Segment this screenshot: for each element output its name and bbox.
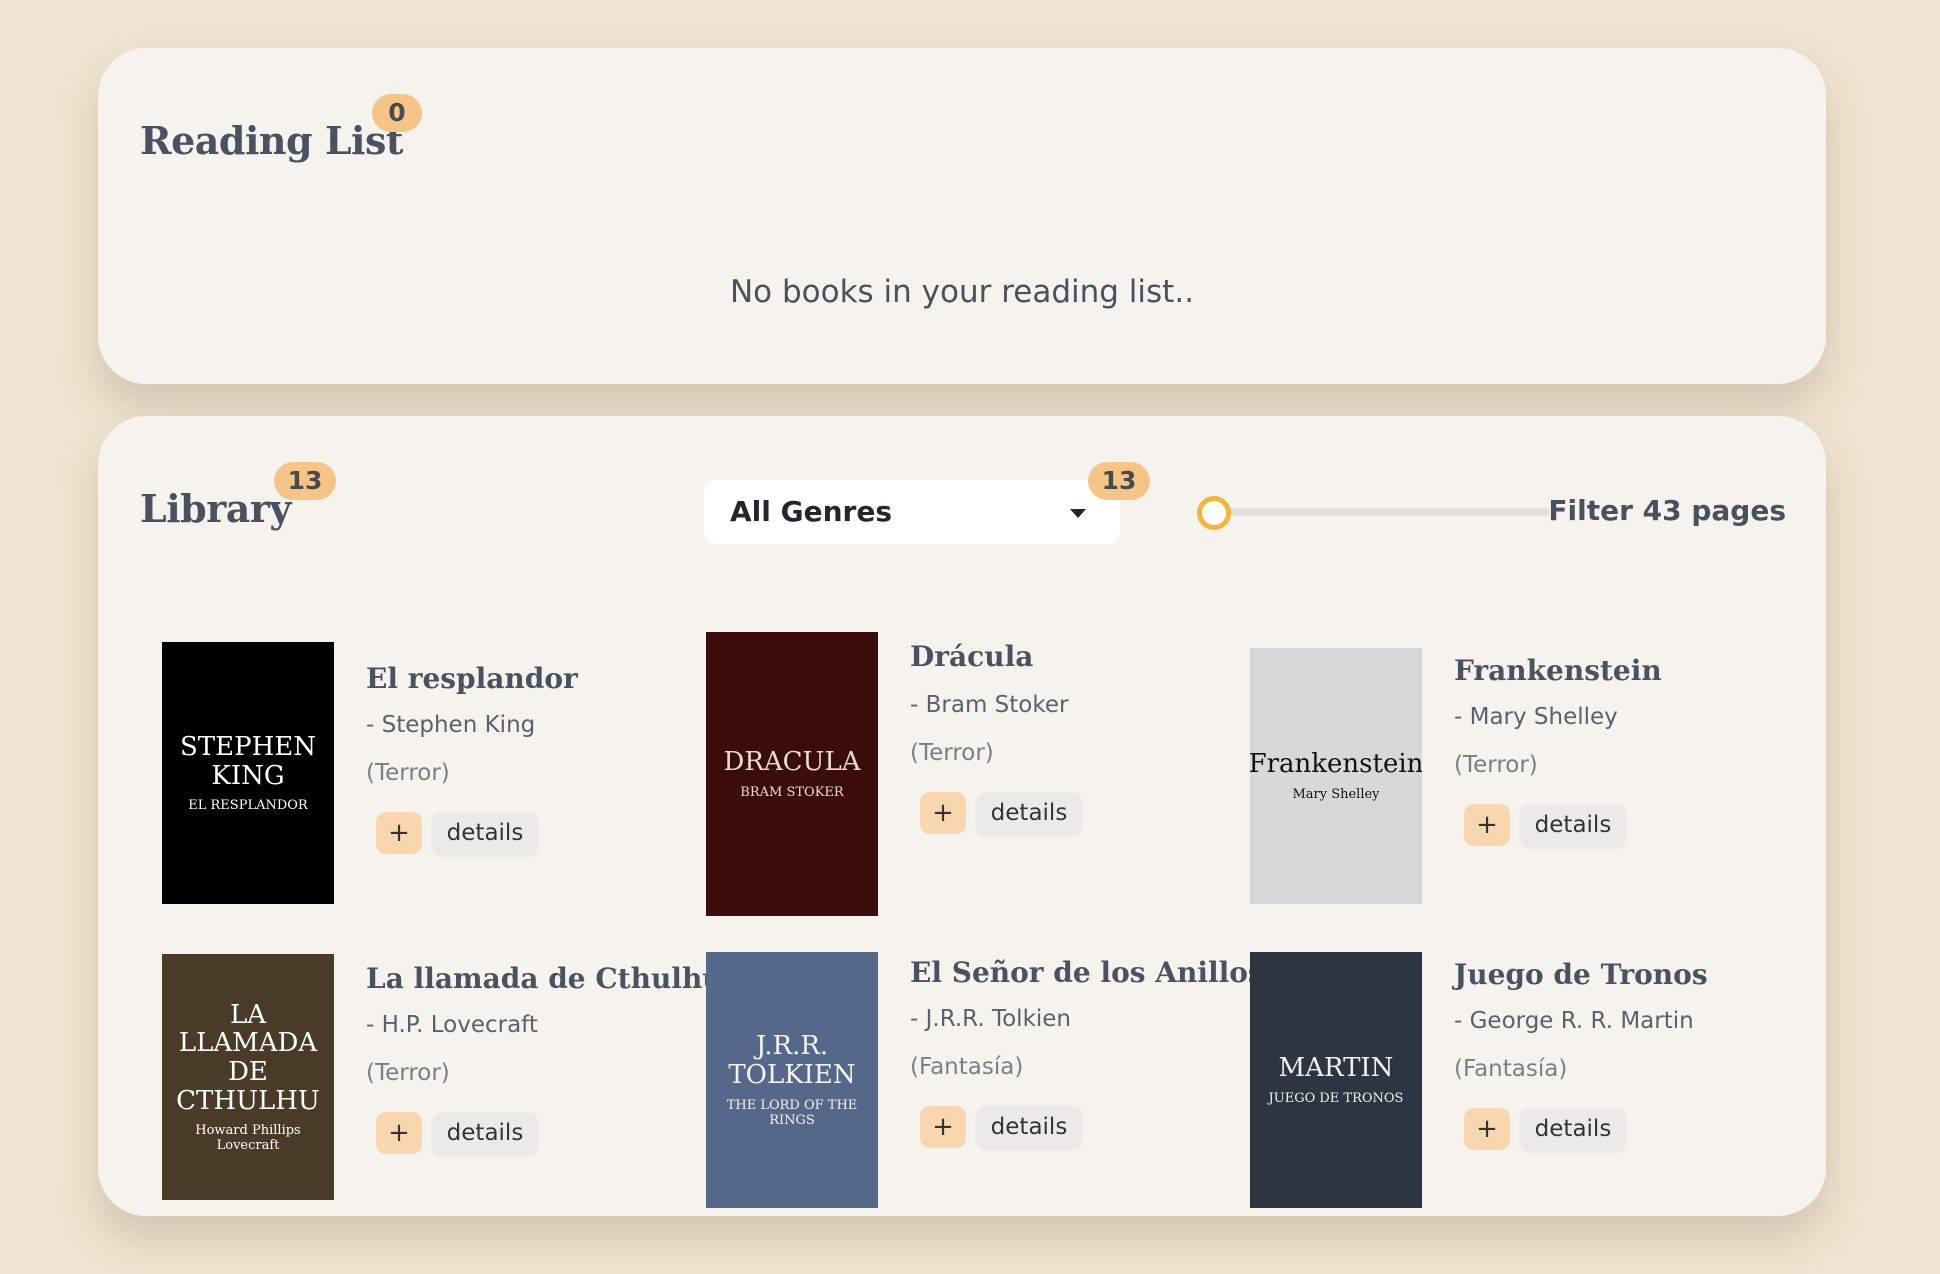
book-title: El Señor de los Anillos [910,956,1264,989]
add-to-reading-list-button[interactable]: + [1464,1108,1510,1150]
library-count-badge: 13 [274,462,336,500]
book-author: - J.R.R. Tolkien [910,1006,1071,1032]
book-cover[interactable]: STEPHEN KING EL RESPLANDOR [162,642,334,904]
book-genre: (Terror) [1454,752,1538,778]
library-panel: Library 13 All Genres 13 Filter 43 pages… [98,416,1826,1216]
cover-subtitle: Mary Shelley [1292,786,1380,802]
book-genre: (Fantasía) [1454,1056,1568,1082]
book-title: Frankenstein [1454,654,1662,687]
page-filter-slider-track[interactable] [1208,508,1550,516]
cover-title: STEPHEN KING [179,731,317,791]
details-button[interactable]: details [432,812,538,854]
add-to-reading-list-button[interactable]: + [1464,804,1510,846]
book-card: J.R.R. TOLKIEN THE LORD OF THE RINGS El … [706,952,1264,1216]
book-card: DRACULA BRAM STOKER Drácula - Bram Stoke… [706,632,1226,916]
book-genre: (Terror) [366,760,450,786]
book-card: Frankenstein Mary Shelley Frankenstein -… [1250,648,1770,924]
genre-select-value: All Genres [730,495,892,528]
book-title: Juego de Tronos [1454,958,1708,991]
cover-subtitle: THE LORD OF THE RINGS [726,1097,858,1128]
empty-reading-list-message: No books in your reading list.. [729,274,1195,310]
book-genre: (Terror) [366,1060,450,1086]
genre-select[interactable]: All Genres [704,480,1120,544]
book-card: MARTIN JUEGO DE TRONOS Juego de Tronos -… [1250,952,1770,1216]
library-title: Library [140,486,291,531]
cover-title: LA LLAMADA DE CTHULHU [176,999,320,1116]
reading-list-panel: Reading List 0 No books in your reading … [98,48,1826,384]
add-to-reading-list-button[interactable]: + [376,1112,422,1154]
cover-subtitle: EL RESPLANDOR [188,798,308,814]
add-to-reading-list-button[interactable]: + [920,1106,966,1148]
caret-down-icon [1070,509,1086,518]
book-author: - H.P. Lovecraft [366,1012,538,1038]
cover-subtitle: Howard Phillips Lovecraft [195,1123,301,1154]
book-cover[interactable]: DRACULA BRAM STOKER [706,632,878,916]
cover-title: MARTIN [1278,1053,1394,1084]
cover-subtitle: BRAM STOKER [740,784,844,800]
book-card: STEPHEN KING EL RESPLANDOR El resplandor… [162,642,682,912]
book-title: Drácula [910,640,1034,673]
book-genre: (Terror) [910,740,994,766]
reading-list-title: Reading List [140,118,403,163]
book-cover[interactable]: Frankenstein Mary Shelley [1250,648,1422,904]
reading-list-count-badge: 0 [372,94,422,132]
book-card: LA LLAMADA DE CTHULHU Howard Phillips Lo… [162,954,723,1216]
page-filter-label: Filter 43 pages [1548,494,1786,527]
cover-title: Frankenstein [1250,749,1422,780]
details-button[interactable]: details [976,1106,1082,1148]
details-button[interactable]: details [1520,1108,1626,1150]
book-cover[interactable]: LA LLAMADA DE CTHULHU Howard Phillips Lo… [162,954,334,1200]
cover-title: DRACULA [723,747,861,778]
book-author: - Mary Shelley [1454,704,1618,730]
book-title: El resplandor [366,662,578,695]
details-button[interactable]: details [432,1112,538,1154]
cover-title: J.R.R. TOLKIEN [728,1031,856,1090]
book-author: - George R. R. Martin [1454,1008,1694,1034]
book-genre: (Fantasía) [910,1054,1024,1080]
cover-subtitle: JUEGO DE TRONOS [1268,1090,1404,1106]
add-to-reading-list-button[interactable]: + [376,812,422,854]
details-button[interactable]: details [1520,804,1626,846]
page-filter-slider-thumb[interactable] [1197,496,1231,530]
genre-count-badge: 13 [1088,462,1150,500]
book-cover[interactable]: MARTIN JUEGO DE TRONOS [1250,952,1422,1208]
book-author: - Bram Stoker [910,692,1069,718]
book-title: La llamada de Cthulhu [366,962,723,995]
book-cover[interactable]: J.R.R. TOLKIEN THE LORD OF THE RINGS [706,952,878,1208]
book-author: - Stephen King [366,712,536,738]
details-button[interactable]: details [976,792,1082,834]
add-to-reading-list-button[interactable]: + [920,792,966,834]
